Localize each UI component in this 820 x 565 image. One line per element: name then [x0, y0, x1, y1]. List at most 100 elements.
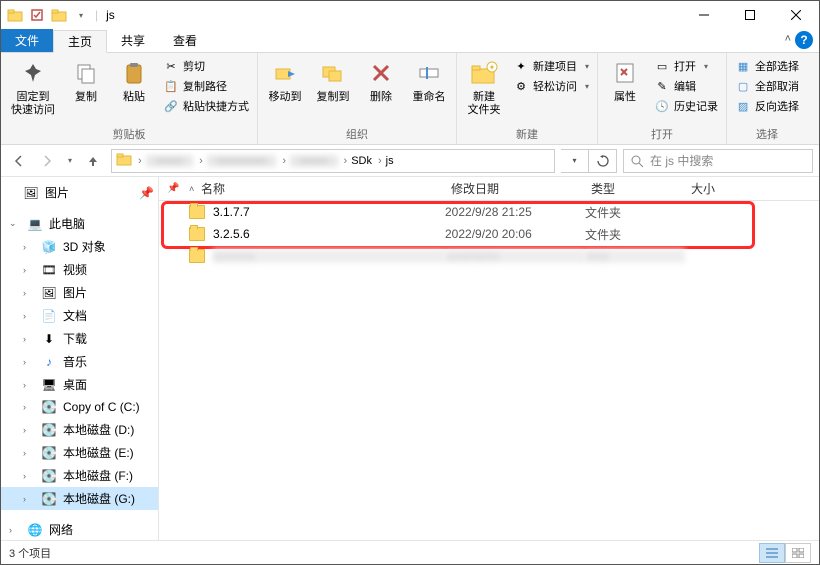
open-icon: ▭	[654, 58, 670, 74]
crumb-redacted-1[interactable]: xxxxx	[146, 155, 194, 167]
sidebar-item-downloads[interactable]: ›⬇下载	[1, 327, 158, 350]
file-row[interactable]: 3.1.7.7 2022/9/28 21:25 文件夹	[159, 201, 819, 223]
paste-shortcut-button[interactable]: 🔗粘贴快捷方式	[161, 97, 251, 115]
search-icon	[630, 154, 644, 168]
copy-button[interactable]: 复制	[65, 55, 107, 106]
back-button[interactable]	[7, 149, 31, 173]
edit-button[interactable]: ✎编辑	[652, 77, 720, 95]
sidebar-item-3d[interactable]: ›🧊3D 对象	[1, 235, 158, 258]
addr-dropdown-button[interactable]: ▾	[561, 149, 589, 173]
select-none-button[interactable]: ▢全部取消	[733, 77, 801, 95]
close-button[interactable]	[773, 1, 819, 29]
edit-icon: ✎	[654, 78, 670, 94]
move-to-button[interactable]: 移动到	[264, 55, 306, 106]
easy-access-icon: ⚙	[513, 78, 529, 94]
sidebar-item-music[interactable]: ›♪音乐	[1, 350, 158, 373]
forward-button[interactable]	[35, 149, 59, 173]
search-placeholder: 在 js 中搜索	[650, 152, 713, 169]
sidebar-item-drive-e[interactable]: ›💽本地磁盘 (E:)	[1, 441, 158, 464]
search-input[interactable]: 在 js 中搜索	[623, 149, 813, 173]
open-button[interactable]: ▭打开▾	[652, 57, 720, 75]
ribbon: 固定到 快速访问 复制 粘贴 ✂剪切 📋复制路径 🔗粘贴快捷方式 剪贴板	[1, 53, 819, 145]
sidebar-item-drive-f[interactable]: ›💽本地磁盘 (F:)	[1, 464, 158, 487]
tab-file[interactable]: 文件	[1, 29, 53, 52]
crumb-js[interactable]: js	[386, 155, 394, 167]
copy-icon	[70, 57, 102, 89]
group-label-select: 选择	[733, 126, 801, 144]
column-headers[interactable]: 📌 ˄ 名称 修改日期 类型 大小	[159, 177, 819, 201]
sidebar-item-documents[interactable]: ›📄文档	[1, 304, 158, 327]
minimize-button[interactable]	[681, 1, 727, 29]
qat-save-icon[interactable]	[29, 7, 45, 23]
sidebar-item-drive-d[interactable]: ›💽本地磁盘 (D:)	[1, 418, 158, 441]
col-type[interactable]: 类型	[591, 180, 691, 197]
select-all-icon: ▦	[735, 58, 751, 74]
col-name[interactable]: 名称	[201, 180, 451, 197]
sidebar-item-drive-g[interactable]: ›💽本地磁盘 (G:)	[1, 487, 158, 510]
crumb-redacted-3[interactable]: xxxxx	[290, 155, 338, 167]
ribbon-group-select: ▦全部选择 ▢全部取消 ▨反向选择 选择	[727, 53, 807, 144]
sidebar-item-desktop[interactable]: ›🖥桌面	[1, 373, 158, 396]
new-item-button[interactable]: ✦新建项目▾	[511, 57, 591, 75]
collapse-ribbon-icon[interactable]: ˄	[785, 33, 791, 45]
sidebar-item-drive-c[interactable]: ›💽Copy of C (C:)	[1, 396, 158, 418]
maximize-button[interactable]	[727, 1, 773, 29]
ribbon-group-clipboard: 固定到 快速访问 复制 粘贴 ✂剪切 📋复制路径 🔗粘贴快捷方式 剪贴板	[1, 53, 258, 144]
file-list[interactable]: 3.1.7.7 2022/9/28 21:25 文件夹 3.2.5.6 2022…	[159, 201, 819, 540]
cut-button[interactable]: ✂剪切	[161, 57, 251, 75]
cut-icon: ✂	[163, 58, 179, 74]
recent-dropdown[interactable]: ▾	[63, 149, 77, 173]
sidebar-item-pictures-quick[interactable]: 🖼图片📌	[1, 181, 158, 204]
crumb-redacted-2[interactable]: xxxxxxxxx	[207, 155, 277, 167]
qat-dropdown-icon[interactable]: ▾	[73, 7, 89, 23]
tab-view[interactable]: 查看	[159, 29, 211, 52]
file-date: 2022/9/20 20:06	[445, 227, 585, 241]
sort-icon[interactable]: ˄	[189, 184, 201, 194]
properties-button[interactable]: 属性	[604, 55, 646, 106]
copy-to-button[interactable]: 复制到	[312, 55, 354, 106]
icons-view-button[interactable]	[785, 543, 811, 563]
file-row[interactable]: 3.2.5.6 2022/9/20 20:06 文件夹	[159, 223, 819, 245]
navigation-pane[interactable]: 🖼图片📌 ⌄💻此电脑 ›🧊3D 对象 ›🎞视频 ›🖼图片 ›📄文档 ›⬇下载 ›…	[1, 177, 159, 540]
group-label-organize: 组织	[264, 126, 450, 144]
rename-button[interactable]: 重命名	[408, 55, 450, 106]
invert-selection-button[interactable]: ▨反向选择	[733, 97, 801, 115]
new-folder-button[interactable]: ✦ 新建 文件夹	[463, 55, 505, 119]
select-all-button[interactable]: ▦全部选择	[733, 57, 801, 75]
address-bar-row: ▾ ›xxxxx ›xxxxxxxxx ›xxxxx ›SDk ›js ▾ 在 …	[1, 145, 819, 177]
sidebar-item-pictures[interactable]: ›🖼图片	[1, 281, 158, 304]
refresh-button[interactable]	[589, 149, 617, 173]
tab-share[interactable]: 共享	[107, 29, 159, 52]
up-button[interactable]	[81, 149, 105, 173]
tab-home[interactable]: 主页	[53, 30, 107, 53]
folder-icon	[189, 249, 205, 263]
delete-button[interactable]: 删除	[360, 55, 402, 106]
copyto-icon	[317, 57, 349, 89]
title-bar: ▾ | js	[1, 1, 819, 29]
paste-button[interactable]: 粘贴	[113, 55, 155, 106]
col-date[interactable]: 修改日期	[451, 180, 591, 197]
sidebar-item-this-pc[interactable]: ⌄💻此电脑	[1, 212, 158, 235]
easy-access-button[interactable]: ⚙轻松访问▾	[511, 77, 591, 95]
file-row-redacted[interactable]: xxxxxxx xxxx/xx/xx xxxx	[159, 245, 819, 267]
pin-icon	[17, 57, 49, 89]
sidebar-item-network[interactable]: ›🌐网络	[1, 518, 158, 540]
qat-folder-icon[interactable]	[51, 7, 67, 23]
sidebar-item-videos[interactable]: ›🎞视频	[1, 258, 158, 281]
crumb-sdk[interactable]: SDk	[351, 155, 372, 167]
details-view-button[interactable]	[759, 543, 785, 563]
file-type: 文件夹	[585, 204, 685, 221]
pin-quick-access-button[interactable]: 固定到 快速访问	[7, 55, 59, 119]
group-label-new: 新建	[463, 126, 591, 144]
col-size[interactable]: 大小	[691, 180, 819, 197]
copy-path-button[interactable]: 📋复制路径	[161, 77, 251, 95]
help-icon[interactable]: ?	[795, 31, 813, 49]
file-name: 3.1.7.7	[213, 205, 445, 219]
address-bar[interactable]: ›xxxxx ›xxxxxxxxx ›xxxxx ›SDk ›js	[111, 149, 555, 173]
status-bar: 3 个项目	[1, 540, 819, 564]
group-label-clipboard: 剪贴板	[7, 126, 251, 144]
history-button[interactable]: 🕓历史记录	[652, 97, 720, 115]
ribbon-group-open: 属性 ▭打开▾ ✎编辑 🕓历史记录 打开	[598, 53, 727, 144]
history-icon: 🕓	[654, 98, 670, 114]
pin-column-icon[interactable]: 📌	[167, 183, 181, 194]
